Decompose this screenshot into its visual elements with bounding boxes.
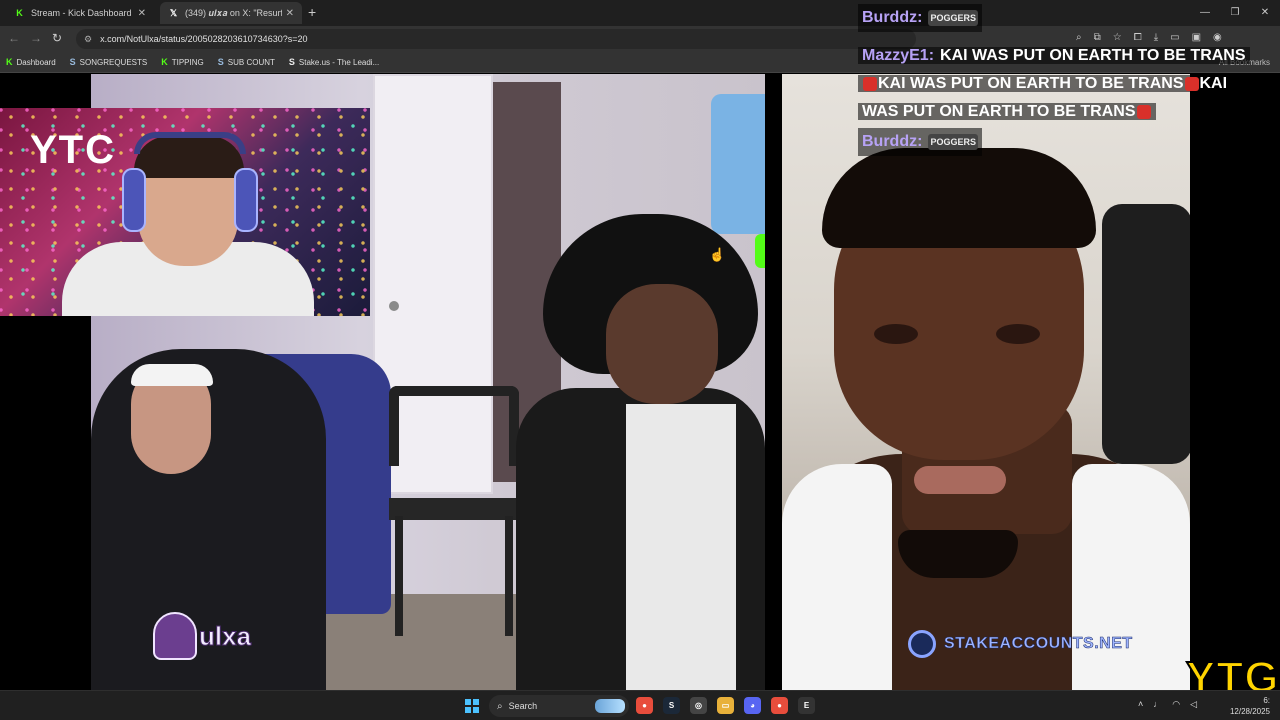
green-indicator	[755, 234, 765, 268]
chat-emote-icon: POGGERS	[928, 133, 978, 150]
file-explorer-icon[interactable]: ▭	[717, 697, 734, 714]
headphone-left	[122, 168, 146, 232]
streamelements-icon: S	[69, 57, 76, 67]
streamelements-icon: S	[217, 57, 224, 67]
search-highlight-image	[595, 699, 625, 713]
chrome-icon[interactable]: ●	[636, 697, 653, 714]
tab-x-post[interactable]: 𝕏 (349) 𝒖𝒍𝒙𝒂 on X: "Resurfa ✕	[160, 2, 302, 24]
ulxa-name: ulxa	[198, 620, 252, 651]
x-icon: 𝕏	[169, 7, 178, 18]
taskbar-apps: ● S ◎ ▭ ◕ ● E	[636, 697, 815, 714]
person-center-face	[606, 284, 718, 404]
chat-username: Burddz:	[862, 133, 923, 150]
address-bar[interactable]: ⚙ x.com/NotUlxa/status/20050282036107346…	[76, 29, 916, 49]
microphone-icon[interactable]: ♩	[1153, 699, 1162, 710]
discord-icon[interactable]: ◕	[744, 697, 761, 714]
steam-icon[interactable]: S	[663, 697, 680, 714]
volume-icon[interactable]: ◁	[1190, 699, 1197, 710]
chevron-up-icon[interactable]: ˄	[1138, 699, 1143, 710]
obs-icon[interactable]: ◎	[690, 697, 707, 714]
taskbar-clock[interactable]: 6: 12/28/2025	[1210, 695, 1270, 717]
maximize-button[interactable]: ❐	[1220, 0, 1250, 26]
stream-canvas: ☝ ulxa YTC STAKEACCOUNTS.NET	[0, 74, 1280, 690]
streamer	[62, 132, 314, 316]
chat-emote-icon: POGGERS	[928, 9, 978, 26]
close-icon[interactable]: ✕	[138, 8, 146, 19]
folding-chair	[389, 386, 519, 636]
person-right-hair	[822, 148, 1096, 248]
bookmark-tipping[interactable]: K TIPPING	[161, 57, 204, 67]
clock-date: 12/28/2025	[1229, 707, 1270, 716]
kick-icon: K	[6, 57, 13, 67]
search-icon: ⌕	[497, 700, 503, 712]
chat-message: Burddz: POGGERS	[858, 128, 982, 156]
bookmark-songrequests[interactable]: S SONGREQUESTS	[70, 57, 148, 67]
beard	[898, 530, 1018, 578]
ulxa-watermark: ulxa	[153, 612, 252, 660]
video-right[interactable]: STAKEACCOUNTS.NET	[782, 74, 1190, 690]
start-button[interactable]	[465, 699, 479, 713]
search-label: Search	[508, 701, 538, 711]
close-window-button[interactable]: ✕	[1250, 0, 1280, 26]
new-tab-button[interactable]: +	[308, 4, 316, 20]
door-knob	[389, 301, 399, 311]
chat-text: KAI WAS PUT ON EARTH TO BE TRANS	[940, 47, 1246, 64]
stake-logo-icon	[908, 630, 936, 658]
minimize-button[interactable]: —	[1190, 0, 1220, 26]
bookmark-dashboard[interactable]: K Dashboard	[6, 57, 56, 67]
stake-banner-text: STAKEACCOUNTS.NET	[944, 635, 1133, 653]
reload-button[interactable]: ↻	[52, 31, 62, 45]
back-button[interactable]: ←	[8, 31, 20, 45]
ulxa-avatar	[153, 612, 197, 660]
wall-poster	[711, 94, 765, 234]
chat-username: Burddz:	[862, 9, 923, 26]
stake-accounts-banner: STAKEACCOUNTS.NET	[908, 630, 1133, 658]
devil-emoji-icon	[1184, 76, 1199, 91]
system-tray: ˄ ♩ ◠ ◁	[1138, 699, 1197, 710]
chat-text: KAI WAS PUT ON EARTH TO BE TRANS	[878, 75, 1184, 92]
headband	[131, 364, 213, 386]
chat-message: MazzyE1: KAI WAS PUT ON EARTH TO BE TRANS…	[858, 42, 1250, 126]
clock-time: 6:	[1263, 696, 1270, 705]
tab-kick-dashboard[interactable]: K Stream - Kick Dashboard ✕	[6, 2, 154, 24]
url-text: x.com/NotUlxa/status/2005028203610734630…	[100, 34, 308, 44]
office-chair	[1102, 204, 1190, 464]
epic-games-icon[interactable]: E	[798, 697, 815, 714]
eye-left	[874, 324, 918, 344]
site-info-icon[interactable]: ⚙	[84, 34, 92, 45]
browser-tab-strip: K Stream - Kick Dashboard ✕ 𝕏 (349) 𝒖𝒍𝒙𝒂…	[0, 0, 1280, 26]
tab-title: (349) 𝒖𝒍𝒙𝒂 on X: "Resurfa	[185, 7, 282, 18]
chat-username: MazzyE1:	[862, 47, 935, 64]
stake-icon: S	[288, 57, 295, 67]
pointer-cursor-icon: ☝	[709, 247, 726, 262]
kick-icon: K	[161, 57, 168, 67]
forward-button[interactable]: →	[30, 31, 42, 45]
chat-message: Burddz: POGGERS	[858, 4, 982, 32]
eye-right	[996, 324, 1040, 344]
white-shirt	[626, 404, 736, 690]
streamer-webcam: YTC	[0, 108, 370, 316]
mouth	[914, 466, 1006, 494]
windows-taskbar: ⌕ Search ● S ◎ ▭ ◕ ● E ˄ ♩ ◠ ◁ 6: 12/28/…	[0, 690, 1280, 720]
headphones	[134, 132, 246, 154]
window-controls: — ❐ ✕	[1190, 0, 1280, 26]
wifi-icon[interactable]: ◠	[1172, 699, 1180, 710]
devil-emoji-icon	[1136, 104, 1151, 119]
kick-icon: K	[16, 7, 23, 18]
chrome-profile-icon[interactable]: ●	[771, 697, 788, 714]
devil-emoji-icon	[863, 76, 877, 91]
taskbar-search[interactable]: ⌕ Search	[489, 695, 629, 717]
close-icon[interactable]: ✕	[286, 8, 294, 19]
headphone-right	[234, 168, 258, 232]
bookmark-stake[interactable]: S Stake.us - The Leadi...	[289, 57, 379, 67]
bookmark-sub-count[interactable]: S SUB COUNT	[218, 57, 275, 67]
tab-title: Stream - Kick Dashboard	[31, 8, 132, 18]
windows-logo-icon	[465, 699, 471, 705]
